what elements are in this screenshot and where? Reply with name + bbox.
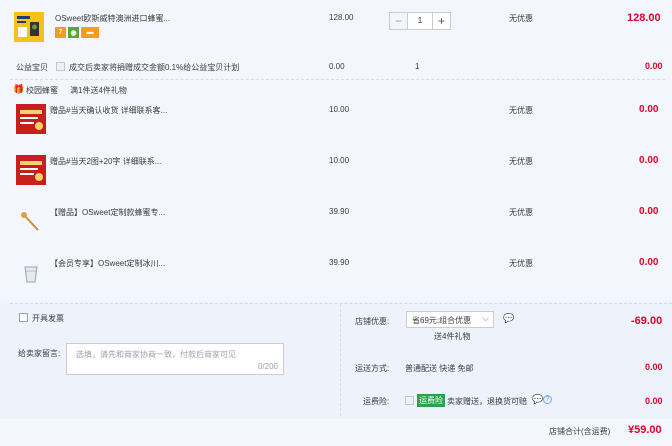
gift-price: 10.00	[329, 105, 350, 114]
total-label: 店铺合计(含运费)	[549, 427, 611, 436]
chevron-down-icon: ⌵	[482, 313, 489, 323]
charity-text: 成交后卖家将捐赠成交金额0.1%给公益宝贝计划	[69, 63, 240, 72]
gift-row: 赠品#当天确认收货 详细联系客... 10.00 无优惠 0.00	[0, 96, 672, 147]
charity-quantity: 1	[415, 62, 420, 71]
gift-promo: 无优惠	[509, 157, 533, 166]
gift-thumbnail[interactable]	[16, 104, 46, 134]
gift-price: 39.90	[329, 258, 350, 267]
insurance-amount: 0.00	[645, 396, 663, 406]
discount-select[interactable]: 省69元:组合优惠 ⌵	[406, 311, 494, 328]
gift-subtotal: 0.00	[639, 155, 659, 166]
message-input[interactable]: 选填，请先和商家协商一致，付款后商家可见 0/200	[66, 343, 284, 375]
shipping-label: 运送方式:	[355, 364, 390, 373]
quantity-value[interactable]: 1	[408, 13, 432, 29]
discount-label: 店铺优惠:	[355, 317, 390, 326]
gift-title[interactable]: 赠品#当天确认收货 详细联系客...	[50, 105, 167, 116]
quantity-decrease-button[interactable]: −	[390, 13, 408, 29]
charity-label: 公益宝贝	[16, 63, 48, 72]
gift-subtotal: 0.00	[639, 257, 659, 268]
gift-promo: 无优惠	[509, 106, 533, 115]
gift-price: 10.00	[329, 156, 350, 165]
charity-checkbox[interactable]	[56, 62, 65, 71]
help-icon[interactable]: ?	[543, 395, 552, 404]
message-counter: 0/200	[257, 362, 278, 371]
chat-icon[interactable]: 💬	[532, 394, 543, 405]
discount-amount: -69.00	[631, 315, 663, 327]
gift-thumbnail[interactable]	[16, 206, 46, 236]
gift-title[interactable]: 赠品#当天2图+20字 详细联系...	[50, 156, 161, 167]
chat-icon[interactable]: 💬	[503, 313, 514, 324]
gift-row: 【赠品】OSweet定制款蜂蜜专... 39.90 无优惠 0.00	[0, 198, 672, 249]
gift-price: 39.90	[329, 207, 350, 216]
total-amount: ¥59.00	[628, 424, 662, 436]
insurance-checkbox[interactable]	[405, 396, 414, 405]
charity-price: 0.00	[329, 62, 345, 71]
bottom-divider	[340, 304, 341, 416]
message-placeholder: 选填，请先和商家协商一致，付款后商家可见	[76, 350, 236, 359]
shipping-method: 普通配送 快递 免邮	[405, 364, 474, 373]
invoice-checkbox[interactable]	[19, 313, 28, 322]
gift-thumbnail[interactable]	[16, 257, 46, 287]
gift-icon: 🎁	[13, 84, 25, 94]
main-item-title[interactable]: OSweet欧斯威特澳洲进口蜂蜜...	[55, 13, 170, 24]
gift-subtotal: 0.00	[639, 104, 659, 115]
discount-note: 送4件礼物	[434, 332, 471, 341]
quantity-increase-button[interactable]: +	[432, 13, 450, 29]
gift-header-row: 🎁 校园蜂蜜 满1件送4件礼物	[0, 80, 672, 96]
shipping-amount: 0.00	[645, 362, 663, 372]
gift-title[interactable]: 【赠品】OSweet定制款蜂蜜专...	[50, 207, 165, 218]
main-item-row: OSweet欧斯威特澳洲进口蜂蜜... 7 ◉ ▬ 128.00 − 1 + 无…	[0, 0, 672, 52]
insurance-label: 运费险:	[363, 397, 390, 406]
gift-shop-name: 校园蜂蜜	[26, 86, 58, 95]
gift-subtotal: 0.00	[639, 206, 659, 217]
invoice-label[interactable]: 开具发票	[32, 313, 64, 324]
digital-icon: ◉	[68, 27, 79, 38]
gift-promo: 无优惠	[509, 208, 533, 217]
main-item-promo: 无优惠	[509, 14, 533, 23]
gift-rule-text: 满1件送4件礼物	[70, 86, 127, 95]
gift-row: 【会员专享】OSweet定制冰川... 39.90 无优惠 0.00	[0, 249, 672, 302]
insurance-badge: 运费险	[417, 394, 445, 407]
main-item-unit-price: 128.00	[329, 13, 354, 22]
gift-thumbnail[interactable]	[16, 155, 46, 185]
discount-selected: 省69元:组合优惠	[412, 316, 472, 325]
charity-subtotal: 0.00	[645, 61, 663, 71]
insurance-text: 卖家赠送，退换货可赔	[447, 397, 527, 406]
gift-title[interactable]: 【会员专享】OSweet定制冰川...	[50, 258, 165, 269]
message-label: 给卖家留言:	[18, 349, 61, 358]
main-item-thumbnail[interactable]	[14, 12, 44, 42]
card-icon: ▬	[81, 27, 99, 38]
main-item-subtotal: 128.00	[627, 12, 661, 24]
gift-promo: 无优惠	[509, 259, 533, 268]
quantity-stepper[interactable]: − 1 +	[389, 12, 451, 30]
gift-row: 赠品#当天2图+20字 详细联系... 10.00 无优惠 0.00	[0, 147, 672, 198]
tag-7-icon: 7	[55, 27, 66, 38]
charity-row: 公益宝贝 成交后卖家将捐赠成交金额0.1%给公益宝贝计划 0.00 1 0.00	[0, 52, 672, 80]
